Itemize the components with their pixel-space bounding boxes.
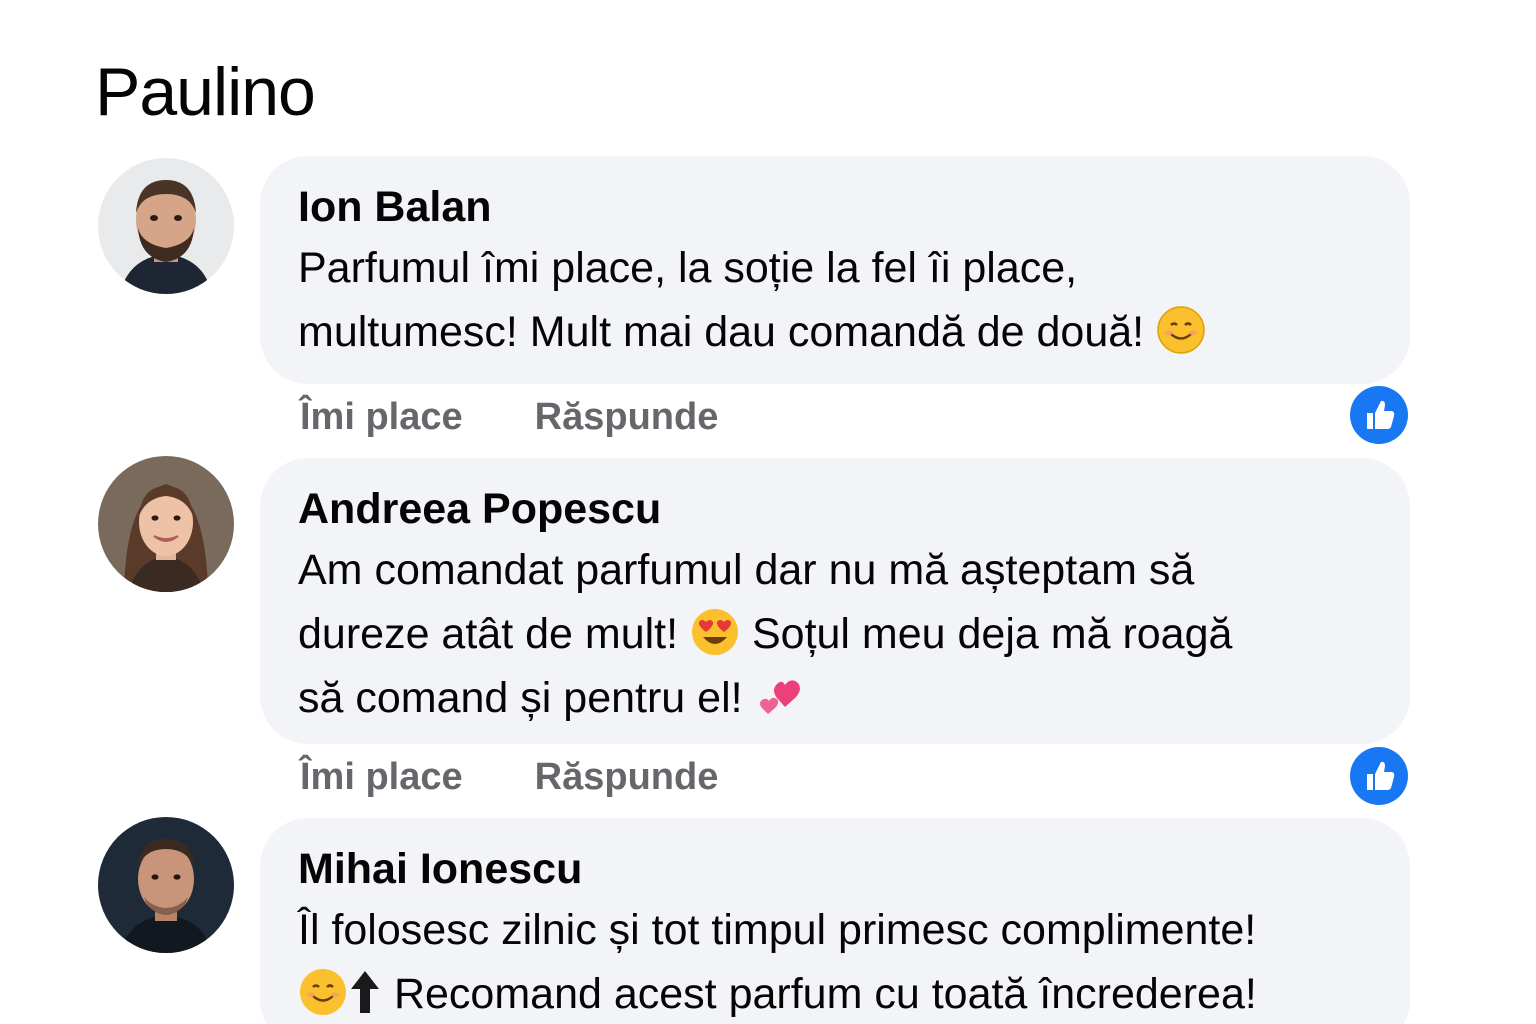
avatar[interactable] bbox=[98, 817, 234, 953]
comment-author[interactable]: Ion Balan bbox=[298, 178, 1372, 236]
reply-button[interactable]: Răspunde bbox=[535, 396, 719, 438]
comment-text-line: să comand și pentru el! bbox=[298, 674, 743, 722]
avatar[interactable] bbox=[98, 158, 234, 294]
page-title: Paulino bbox=[95, 54, 316, 130]
up-arrow-icon bbox=[348, 967, 382, 1017]
comment-text: Îl folosesc zilnic și tot timpul primesc… bbox=[298, 898, 1372, 1024]
comment-text-line: Soțul meu deja mă roagă bbox=[751, 610, 1233, 658]
smiling-face-icon bbox=[1156, 305, 1206, 355]
comment-author[interactable]: Mihai Ionescu bbox=[298, 840, 1372, 898]
comment-text-line: dureze atât de mult! bbox=[298, 610, 679, 658]
comment-text: Parfumul îmi place, la soție la fel îi p… bbox=[298, 236, 1372, 364]
comment-author[interactable]: Andreea Popescu bbox=[298, 480, 1372, 538]
thumbs-up-icon[interactable] bbox=[1350, 747, 1408, 805]
heart-eyes-icon bbox=[690, 607, 740, 657]
comment-text-line: Parfumul îmi place, la soție la fel îi p… bbox=[298, 244, 1078, 292]
smiling-face-icon bbox=[298, 967, 348, 1017]
comment-bubble: Andreea Popescu Am comandat parfumul dar… bbox=[260, 458, 1410, 744]
comment-actions: Îmi place Răspunde bbox=[300, 752, 718, 802]
comment-text: Am comandat parfumul dar nu mă așteptam … bbox=[298, 538, 1372, 730]
comment-text-line: Recomand acest parfum cu toată încredere… bbox=[393, 970, 1257, 1018]
like-button[interactable]: Îmi place bbox=[300, 396, 463, 438]
comment-text-line: Am comandat parfumul dar nu mă așteptam … bbox=[298, 546, 1195, 594]
like-button[interactable]: Îmi place bbox=[300, 756, 463, 798]
comment-actions: Îmi place Răspunde bbox=[300, 392, 718, 442]
comment-bubble: Ion Balan Parfumul îmi place, la soție l… bbox=[260, 156, 1410, 384]
reply-button[interactable]: Răspunde bbox=[535, 756, 719, 798]
comment-bubble: Mihai Ionescu Îl folosesc zilnic și tot … bbox=[260, 818, 1410, 1024]
comment-text-line: Îl folosesc zilnic și tot timpul primesc… bbox=[298, 906, 1257, 954]
avatar[interactable] bbox=[98, 456, 234, 592]
comment-text-line: multumesc! Mult mai dau comandă de două! bbox=[298, 308, 1145, 356]
two-hearts-icon bbox=[755, 671, 805, 721]
thumbs-up-icon[interactable] bbox=[1350, 386, 1408, 444]
